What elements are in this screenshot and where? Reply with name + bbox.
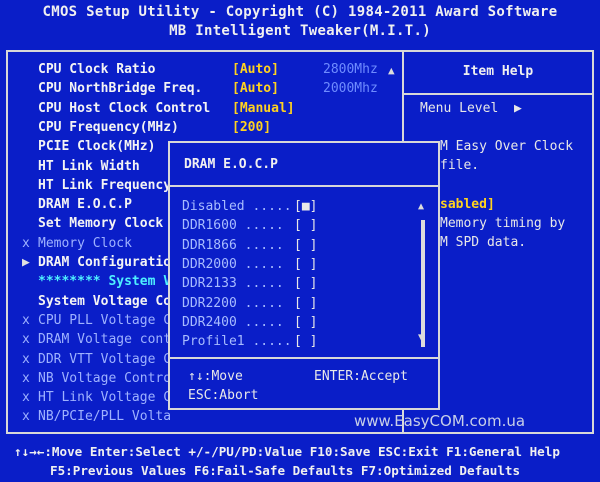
help-line: file. (440, 158, 480, 173)
menu-level-label: Menu Level (420, 101, 499, 116)
submenu-arrow-icon: ▶ (22, 255, 30, 270)
menu-item-value[interactable]: [Auto] (232, 79, 279, 98)
popup-option[interactable]: DDR1866 ..... [ ] (182, 236, 317, 255)
menu-item-label: ******** System V (38, 274, 172, 290)
popup-scroll-down-icon[interactable]: ▼ (418, 332, 424, 343)
menu-item-label: CPU Host Clock Control (38, 100, 211, 116)
menu-item-marker: x (22, 332, 30, 348)
menu-item-marker: x (22, 370, 30, 386)
help-line: Memory timing by (440, 216, 566, 231)
menu-item-label: HT Link Voltage C (38, 390, 172, 406)
popup-option[interactable]: DDR2200 ..... [ ] (182, 294, 317, 313)
popup-option-label: DDR2133 ..... (182, 276, 284, 292)
menu-item-readout: 2000Mhz (323, 81, 378, 97)
footer-keys-line2: F5:Previous Values F6:Fail-Safe Defaults… (50, 463, 521, 478)
dram-eocp-popup: DRAM E.O.C.P Disabled ..... [■] DDR1600 ..… (168, 141, 440, 410)
menu-item-label: CPU NorthBridge Freq. (38, 81, 203, 97)
popup-option-checkbox[interactable]: [ ] (294, 274, 317, 293)
menu-item-label: CPU Clock Ratio (38, 62, 156, 77)
popup-key-divider (170, 357, 438, 359)
item-help-title: Item Help (462, 64, 534, 79)
popup-title: DRAM E.O.C.P (184, 157, 278, 172)
menu-item-label: Memory Clock (38, 235, 132, 251)
popup-option-label: DDR2200 ..... (182, 295, 284, 311)
popup-option[interactable]: DDR2133 ..... [ ] (182, 274, 317, 293)
watermark: www.EasyCOM.com.ua (354, 412, 526, 430)
popup-option-checkbox[interactable]: [ ] (294, 236, 317, 255)
menu-item-label: Set Memory Clock (38, 216, 164, 232)
menu-item-marker: x (22, 390, 30, 406)
popup-key-abort: ESC:Abort (188, 388, 259, 403)
popup-option-checkbox[interactable]: [■] (294, 197, 317, 216)
popup-option[interactable]: Profile1 .....[ ] (182, 332, 317, 351)
menu-item-label: DRAM Configuratio (38, 255, 172, 270)
menu-item-label: NB Voltage Contro (38, 370, 172, 386)
popup-key-accept: ENTER:Accept (314, 369, 408, 384)
footer-keys-line1: ↑↓→←:Move Enter:Select +/-/PU/PD:Value F… (14, 444, 560, 459)
popup-option[interactable]: Disabled ..... [■] (182, 197, 317, 216)
menu-item-label: DDR VTT Voltage C (38, 351, 172, 367)
popup-option-label: Profile1 ..... (182, 334, 292, 350)
popup-option-label: Disabled ..... (182, 199, 292, 214)
menu-item-label: HT Link Frequency (38, 177, 172, 193)
help-divider (404, 93, 592, 95)
menu-item-readout: 2800Mhz (323, 62, 378, 77)
popup-key-move: ↑↓:Move (188, 369, 243, 384)
popup-option-checkbox[interactable]: [ ] (294, 216, 317, 235)
popup-title-divider (170, 185, 438, 187)
menu-item-label: CPU PLL Voltage C (38, 312, 172, 328)
popup-option-label: DDR1866 ..... (182, 237, 284, 253)
menu-item-marker: x (22, 409, 30, 425)
popup-scroll-up-icon[interactable]: ▲ (418, 201, 424, 212)
menu-item-marker: x (22, 235, 30, 251)
menu-scroll-up-icon[interactable]: ▲ (388, 64, 395, 77)
menu-item-label: DRAM Voltage cont (38, 332, 172, 348)
popup-option[interactable]: DDR2000 ..... [ ] (182, 255, 317, 274)
help-line: sabled] (440, 197, 495, 212)
menu-item-marker: x (22, 351, 30, 367)
menu-level: Menu Level ▶ (420, 101, 522, 116)
popup-option-checkbox[interactable]: [ ] (294, 313, 317, 332)
menu-item-value[interactable]: [200] (232, 118, 271, 137)
header-subtitle: MB Intelligent Tweaker(M.I.T.) (169, 23, 431, 39)
menu-item-label: DRAM E.O.C.P (38, 197, 132, 213)
menu-level-arrow-icon: ▶ (513, 101, 522, 116)
menu-item-label: CPU Frequency(MHz) (38, 119, 179, 135)
popup-option-checkbox[interactable]: [ ] (294, 294, 317, 313)
header-title: CMOS Setup Utility - Copyright (C) 1984-… (42, 4, 558, 20)
menu-item-label: System Voltage Co (38, 293, 172, 309)
popup-option-label: DDR1600 ..... (182, 218, 284, 234)
popup-option-checkbox[interactable]: [ ] (294, 332, 317, 351)
popup-scrollbar[interactable] (421, 220, 425, 347)
popup-option-label: DDR2400 ..... (182, 314, 284, 330)
popup-option[interactable]: DDR2400 ..... [ ] (182, 313, 317, 332)
menu-item-value[interactable]: [Manual] (232, 99, 295, 118)
menu-item-label: NB/PCIe/PLL Volta (38, 409, 172, 425)
menu-item-label: PCIE Clock(MHz) (38, 139, 156, 155)
popup-option[interactable]: DDR1600 ..... [ ] (182, 216, 317, 235)
popup-option-checkbox[interactable]: [ ] (294, 255, 317, 274)
help-line: M Easy Over Clock (440, 139, 574, 154)
help-line: M SPD data. (440, 235, 527, 250)
menu-item-value[interactable]: [Auto] (232, 60, 279, 79)
menu-item-label: HT Link Width (38, 158, 140, 174)
menu-item-marker: x (22, 312, 30, 328)
popup-option-label: DDR2000 ..... (182, 256, 284, 272)
